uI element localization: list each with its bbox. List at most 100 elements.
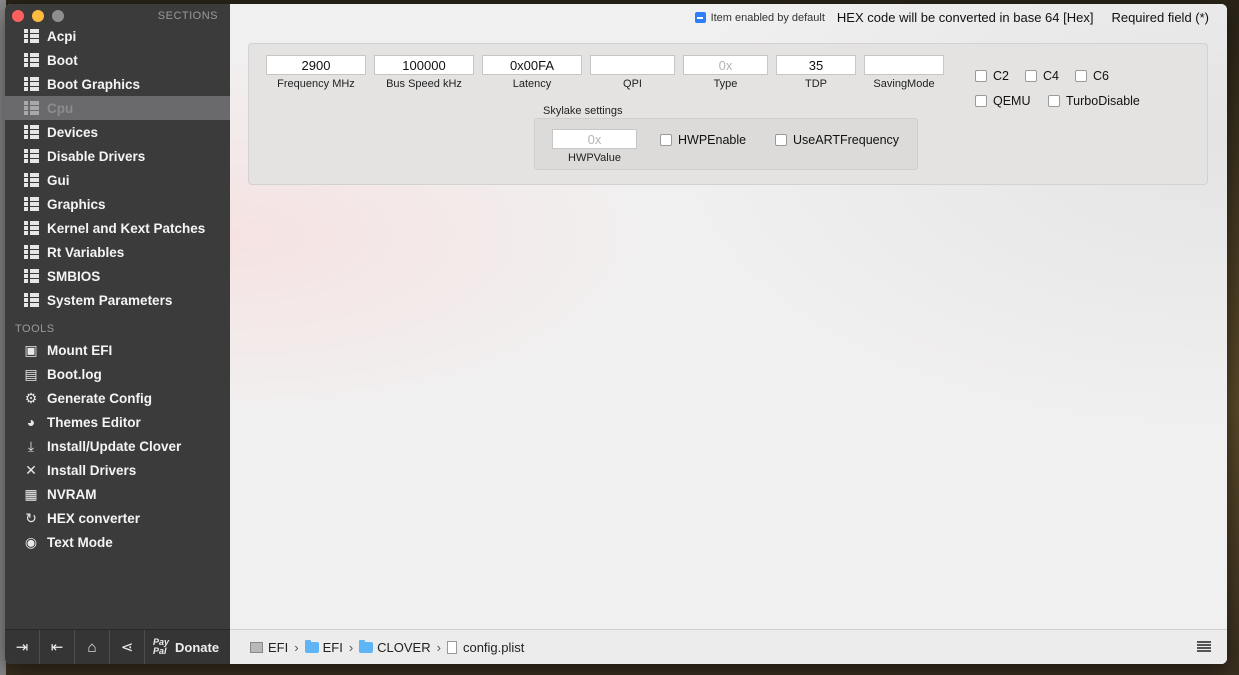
sidebar-item-system-parameters[interactable]: System Parameters: [5, 288, 230, 312]
menu-icon[interactable]: [1197, 641, 1211, 652]
minimize-button[interactable]: [32, 10, 44, 22]
saving-mode-field: SavingMode: [864, 55, 944, 90]
checkbox-box[interactable]: [660, 134, 672, 146]
type-label: Type: [713, 78, 738, 90]
sidebar-item-label: System Parameters: [47, 292, 173, 308]
list-icon: [23, 124, 39, 140]
path-crumb-clover[interactable]: CLOVER: [359, 639, 431, 655]
tool-themes-editor[interactable]: ◕ Themes Editor: [5, 410, 230, 434]
tool-generate-config[interactable]: ⚙ Generate Config: [5, 386, 230, 410]
tool-label: Mount EFI: [47, 342, 113, 358]
list-icon: [23, 76, 39, 92]
download-icon: ⤓: [27, 438, 35, 454]
bus-speed-label: Bus Speed kHz: [386, 78, 462, 90]
sidebar-item-rt-variables[interactable]: Rt Variables: [5, 240, 230, 264]
refresh-icon: ↻: [25, 510, 37, 526]
top-legend-bar: Item enabled by default HEX code will be…: [694, 10, 1209, 25]
latency-input[interactable]: [482, 55, 582, 75]
hwp-value-input[interactable]: [552, 129, 637, 149]
c4-checkbox[interactable]: C4: [1025, 69, 1059, 83]
saving-mode-label: SavingMode: [873, 78, 935, 90]
sidebar-item-cpu[interactable]: Cpu: [5, 96, 230, 120]
paypal-line2: Pal: [153, 646, 167, 656]
wrench-icon: ✕: [25, 462, 37, 478]
list-icon: [23, 220, 39, 236]
use-art-frequency-label: UseARTFrequency: [793, 133, 900, 147]
turbo-disable-label: TurboDisable: [1066, 94, 1140, 108]
sidebar-item-label: Acpi: [47, 28, 77, 44]
folder-icon: [359, 639, 374, 653]
drive-icon: [250, 641, 263, 653]
bus-speed-field[interactable]: Bus Speed kHz: [374, 55, 474, 90]
qpi-input[interactable]: [590, 55, 675, 75]
crumb-label: CLOVER: [377, 639, 431, 655]
checkbox-box[interactable]: [1048, 95, 1060, 107]
crumb-label: EFI: [268, 639, 289, 655]
path-crumb-efi-volume[interactable]: EFI: [250, 640, 288, 655]
tool-text-mode[interactable]: ◉ Text Mode: [5, 530, 230, 554]
skylake-title: Skylake settings: [543, 105, 623, 117]
list-icon: [23, 268, 39, 284]
turbo-disable-checkbox[interactable]: TurboDisable: [1048, 94, 1140, 108]
use-art-frequency-checkbox[interactable]: UseARTFrequency: [775, 133, 899, 147]
tool-install-update-clover[interactable]: ⤓ Install/Update Clover: [5, 434, 230, 458]
close-button[interactable]: [12, 10, 24, 22]
path-bar: EFI › EFI › CLOVER › config.plist: [230, 629, 1227, 664]
sidebar-item-smbios[interactable]: SMBIOS: [5, 264, 230, 288]
tool-label: Install Drivers: [47, 462, 137, 478]
bus-speed-input[interactable]: [374, 55, 474, 75]
c6-label: C6: [1093, 69, 1109, 83]
tdp-field: TDP: [776, 55, 856, 90]
path-crumb-config-plist[interactable]: config.plist: [446, 640, 524, 655]
tool-hex-converter[interactable]: ↻ HEX converter: [5, 506, 230, 530]
sidebar-item-label: SMBIOS: [47, 268, 101, 284]
tool-mount-efi[interactable]: ▣ Mount EFI: [5, 338, 230, 362]
saving-mode-input[interactable]: [864, 55, 944, 75]
app-window: SECTIONS Acpi Boot Boot Graphics Cpu Dev…: [5, 4, 1227, 664]
tool-nvram[interactable]: ▦ NVRAM: [5, 482, 230, 506]
checkbox-box[interactable]: [1025, 70, 1037, 82]
sidebar: SECTIONS Acpi Boot Boot Graphics Cpu Dev…: [5, 4, 230, 664]
tool-label: NVRAM: [47, 486, 97, 502]
sections-list: Acpi Boot Boot Graphics Cpu Devices Disa…: [5, 24, 230, 312]
sidebar-item-devices[interactable]: Devices: [5, 120, 230, 144]
sidebar-item-gui[interactable]: Gui: [5, 168, 230, 192]
list-icon: [23, 244, 39, 260]
sidebar-item-acpi[interactable]: Acpi: [5, 24, 230, 48]
home-button[interactable]: ⌂: [75, 630, 110, 664]
tools-header: TOOLS: [15, 323, 55, 335]
c6-checkbox[interactable]: C6: [1075, 69, 1109, 83]
zoom-button[interactable]: [52, 10, 64, 22]
sidebar-item-boot[interactable]: Boot: [5, 48, 230, 72]
tool-boot-log[interactable]: ▤ Boot.log: [5, 362, 230, 386]
checkbox-box[interactable]: [975, 95, 987, 107]
palette-icon: ◕: [26, 414, 36, 430]
donate-button[interactable]: Pay Pal Donate: [145, 638, 219, 656]
c2-checkbox[interactable]: C2: [975, 69, 1009, 83]
checkbox-box[interactable]: [975, 70, 987, 82]
crumb-label: EFI: [322, 639, 343, 655]
sidebar-item-kernel-kext-patches[interactable]: Kernel and Kext Patches: [5, 216, 230, 240]
sidebar-item-disable-drivers[interactable]: Disable Drivers: [5, 144, 230, 168]
hwp-enable-checkbox[interactable]: HWPEnable: [660, 133, 746, 147]
type-input[interactable]: [683, 55, 768, 75]
home-icon: ⌂: [87, 638, 97, 656]
share-button[interactable]: ⋖: [110, 630, 145, 664]
sidebar-item-label: Gui: [47, 172, 70, 188]
tool-install-drivers[interactable]: ✕ Install Drivers: [5, 458, 230, 482]
sidebar-bottom-bar: ⇥ ⇤ ⌂ ⋖ Pay Pal Donate: [5, 629, 230, 664]
checkbox-box[interactable]: [775, 134, 787, 146]
legend-enabled-text: Item enabled by default: [710, 11, 825, 24]
frequency-input[interactable]: [266, 55, 366, 75]
qemu-checkbox[interactable]: QEMU: [975, 94, 1031, 108]
sidebar-item-graphics[interactable]: Graphics: [5, 192, 230, 216]
paypal-icon: Pay Pal: [153, 638, 169, 656]
path-crumb-efi-folder[interactable]: EFI: [304, 639, 343, 655]
tdp-input[interactable]: [776, 55, 856, 75]
import-button[interactable]: ⇥: [5, 630, 40, 664]
export-button[interactable]: ⇤: [40, 630, 75, 664]
checkbox-box[interactable]: [1075, 70, 1087, 82]
hex-note: HEX code will be converted in base 64 [H…: [836, 10, 1094, 25]
sidebar-item-boot-graphics[interactable]: Boot Graphics: [5, 72, 230, 96]
sidebar-item-label: Rt Variables: [47, 244, 125, 260]
